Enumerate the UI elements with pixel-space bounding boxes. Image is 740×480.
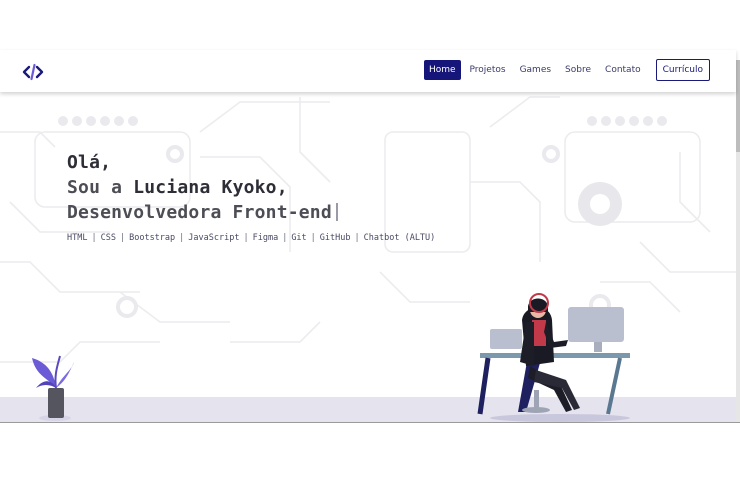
skill-item: Figma (252, 233, 279, 243)
skill-item: Chatbot (ALTU) (363, 233, 436, 243)
skill-item: Git (291, 233, 307, 243)
scrollbar-thumb[interactable] (736, 60, 740, 152)
headline-role: Desenvolvedora Front-end (67, 200, 338, 225)
headline-intro-prefix: Sou a (67, 177, 134, 198)
nav-sobre[interactable]: Sobre (560, 60, 596, 80)
hero-section: Olá, Sou a Luciana Kyoko, Desenvolvedora… (0, 92, 736, 422)
headline-intro: Sou a Luciana Kyoko, (67, 175, 338, 200)
skill-item: Bootstrap (129, 233, 176, 243)
headline-name: Luciana Kyoko, (133, 177, 288, 198)
developer-illustration (477, 293, 630, 422)
hero-headline: Olá, Sou a Luciana Kyoko, Desenvolvedora… (67, 150, 338, 225)
site-header: Home Projetos Games Sobre Contato Curríc… (0, 50, 736, 92)
page-bottom-border (0, 422, 740, 423)
skills-list: HTML | CSS | Bootstrap | JavaScript | Figma | Git |… (67, 233, 436, 243)
nav-projetos[interactable]: Projetos (465, 60, 511, 80)
nav-home[interactable]: Home (423, 60, 461, 80)
plant-illustration (32, 355, 74, 421)
skill-item: CSS (100, 233, 116, 243)
curriculo-button[interactable]: Currículo (655, 59, 710, 81)
main-nav: Home Projetos Games Sobre Contato Curríc… (420, 59, 710, 81)
headline-role-text: Desenvolvedora Front-end (67, 202, 332, 223)
nav-contato[interactable]: Contato (600, 60, 646, 80)
nav-games[interactable]: Games (515, 60, 556, 80)
typing-cursor (335, 203, 338, 221)
headline-greeting: Olá, (67, 152, 112, 173)
code-brackets-icon[interactable] (22, 63, 44, 81)
skill-item: JavaScript (188, 233, 240, 243)
skill-item: GitHub (319, 233, 351, 243)
page-scrollbar[interactable] (736, 60, 740, 422)
skill-item: HTML (67, 233, 88, 243)
